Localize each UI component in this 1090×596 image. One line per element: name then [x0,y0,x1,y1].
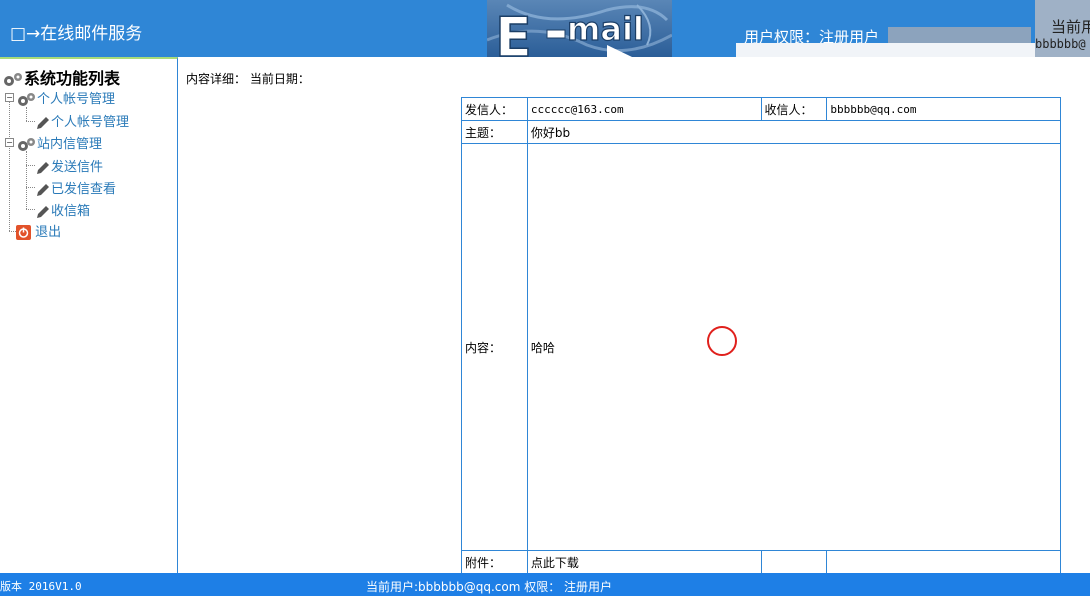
footer-bar: 版本 2016V1.0 当前用户:bbbbbb@qq.com 权限： 注册用户 [0,573,1090,596]
to-label: 收信人： [760,97,828,121]
date-label: 当前日期： [249,72,310,86]
sidebar-item-label: 发送信件 [51,160,104,175]
attachment-label: 附件： [461,550,528,574]
header-bar: □→在线邮件服务 E mail 用户权限：注册用户 当前用 bbbbbb@ [0,0,1090,57]
app-title: □→在线邮件服务 [10,24,143,44]
attachment-download-link[interactable]: 点此下载 [526,550,762,574]
current-user-value: bbbbbb@ [1035,37,1086,51]
tree-toggle-mail[interactable]: − [5,138,14,147]
empty-cell [760,550,828,574]
sidebar-group-mail[interactable]: 站内信管理 [17,133,102,153]
sidebar-item-account[interactable]: 个人帐号管理 [35,111,129,131]
detail-label: 内容详细： [186,72,247,86]
tree-line [26,187,35,188]
sidebar-title: 系统功能列表 [2,65,120,89]
from-label: 发信人： [461,97,528,121]
subject-value: 你好bb [526,120,1062,144]
tree-line [26,107,27,121]
table-row: 附件： 点此下载 [461,550,1061,574]
tree-line [9,231,16,232]
sidebar-title-text: 系统功能列表 [24,69,121,88]
footer-current-user: 当前用户:bbbbbb@qq.com 权限： 注册用户 [366,580,613,594]
tree-line [26,151,27,209]
subject-label: 主题： [461,120,528,144]
sidebar-item-label: 已发信查看 [51,182,117,197]
to-value: bbbbbb@qq.com [826,97,1061,121]
pencil-icon [37,161,49,174]
sidebar-group-label: 站内信管理 [37,137,103,152]
gears-icon [18,92,35,106]
tree-line [9,99,10,231]
table-row: 主题： 你好bb [461,120,1062,144]
tree-line [26,165,35,166]
sidebar-item-label: 退出 [35,225,62,240]
tree-line [26,121,35,122]
email-banner-logo: E mail [487,0,672,57]
sidebar-item-sent[interactable]: 已发信查看 [35,178,116,198]
power-icon [16,225,31,240]
gears-icon [18,137,35,151]
mail-detail-table: 发信人： cccccc@163.com 收信人： bbbbbb@qq.com 主… [461,97,1062,574]
cursor-indicator [707,326,737,356]
gears-icon [4,72,22,86]
pencil-icon [37,116,49,129]
sidebar-item-inbox[interactable]: 收信箱 [35,200,90,220]
tree-line [26,209,35,210]
version-label: 版本 2016V1.0 [0,580,82,593]
current-user-label: 当前用 [1051,18,1090,36]
svg-text:mail: mail [567,10,644,48]
header-strip [736,43,1035,57]
pencil-icon [37,205,49,218]
table-row: 发信人： cccccc@163.com 收信人： bbbbbb@qq.com [461,97,1061,121]
sidebar-item-label: 收信箱 [51,204,91,219]
sidebar: 系统功能列表 − 个人帐号管理 个人帐号管理 − 站内信管理 发送信件 已发信查… [0,57,178,573]
sidebar-group-label: 个人帐号管理 [37,92,116,107]
content-value: 哈哈 [526,143,1062,551]
tree-toggle-account[interactable]: − [5,93,14,102]
empty-cell [826,550,1061,574]
sidebar-item-logout[interactable]: 退出 [16,221,61,240]
content-label: 内容： [461,143,528,551]
current-user-box: 当前用 bbbbbb@ [1035,0,1090,57]
pencil-icon [37,183,49,196]
sidebar-item-send[interactable]: 发送信件 [35,156,103,176]
sidebar-group-account[interactable]: 个人帐号管理 [17,88,115,108]
table-row: 内容： 哈哈 [461,143,1062,551]
from-value: cccccc@163.com [526,97,762,121]
svg-text:E: E [495,6,532,57]
content-header: 内容详细： 当前日期： [186,70,310,87]
sidebar-item-label: 个人帐号管理 [51,115,130,130]
